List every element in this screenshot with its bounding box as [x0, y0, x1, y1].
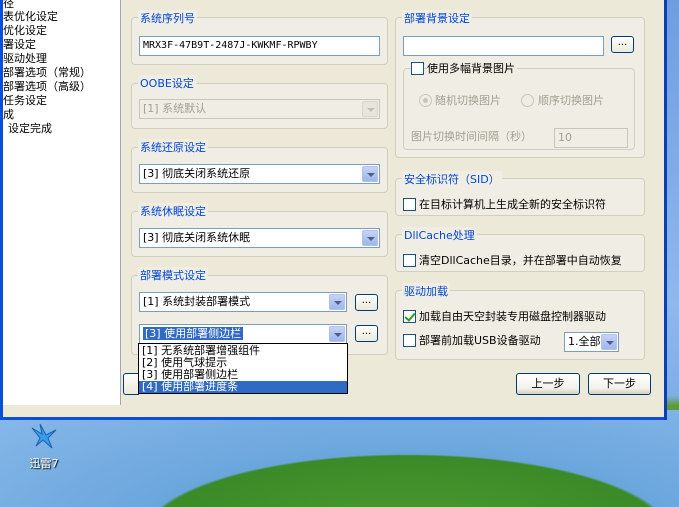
thunder-bird-icon — [31, 423, 57, 449]
partial-button[interactable] — [123, 373, 139, 395]
sequential-switch-label: 顺序切换图片 — [538, 94, 604, 107]
next-step-button[interactable]: 下一步 — [588, 373, 651, 395]
sid-group-title: 安全标识符（SID） — [402, 171, 502, 187]
prev-step-button[interactable]: 上一步 — [516, 373, 580, 395]
tree-item[interactable]: 部署选项（高级） — [3, 80, 91, 94]
oobe-select: [1] 系统默认 — [139, 99, 380, 119]
usb-driver-select[interactable]: 1.全部 — [564, 332, 619, 352]
tree-item[interactable]: 成 — [3, 108, 14, 122]
usb-driver-select-value: 1.全部 — [568, 335, 601, 348]
chevron-down-icon — [362, 101, 378, 117]
tree-item[interactable]: 驱动处理 — [3, 52, 47, 66]
tree-item[interactable]: 优化设定 — [3, 24, 47, 38]
chevron-down-icon[interactable] — [601, 334, 617, 350]
deploy-ui-select-value: [3] 使用部署侧边栏 — [143, 327, 244, 340]
serial-input[interactable]: MRX3F-47B9T-2487J-KWKMF-RPWBY — [139, 36, 380, 56]
dllcache-label: 清空DllCache目录，并在部署中自动恢复 — [419, 254, 622, 267]
chevron-down-icon[interactable] — [329, 326, 345, 342]
desktop-icon-label: 迅雷7 — [29, 457, 59, 470]
dropdown-option-selected[interactable]: [4] 使用部署进度条 — [139, 381, 347, 393]
deploy-ui-dropdown-list[interactable]: [1] 无系统部署增强组件 [2] 使用气球提示 [3] 使用部署侧边栏 [4]… — [138, 343, 348, 394]
tree-item[interactable]: 署设定 — [3, 38, 36, 52]
multi-background-label: 使用多幅背景图片 — [427, 62, 517, 76]
chevron-down-icon[interactable] — [362, 166, 378, 182]
restore-select[interactable]: [3] 彻底关闭系统还原 — [139, 164, 380, 184]
hibernate-select-value: [3] 彻底关闭系统休眠 — [143, 231, 251, 244]
sid-label: 在目标计算机上生成全新的安全标识符 — [419, 198, 606, 211]
restore-select-value: [3] 彻底关闭系统还原 — [143, 167, 251, 180]
deploy-ui-select[interactable]: [3] 使用部署侧边栏 — [139, 324, 347, 344]
dllcache-checkbox[interactable] — [403, 254, 416, 267]
desktop-background — [0, 410, 679, 507]
random-switch-label: 随机切换图片 — [435, 94, 501, 107]
tree-item[interactable]: 部署选项（常规） — [3, 66, 91, 80]
hibernate-select[interactable]: [3] 彻底关闭系统休眠 — [139, 228, 380, 248]
driver-group-title: 驱动加载 — [402, 283, 450, 299]
interval-label: 图片切换时间间隔（秒） — [411, 130, 532, 143]
desktop-shortcut-thunder[interactable]: 迅雷7 — [22, 420, 66, 476]
disk-driver-checkbox[interactable] — [403, 310, 416, 323]
chevron-down-icon[interactable] — [329, 294, 345, 310]
disk-driver-label: 加载自由天空封装专用磁盘控制器驱动 — [419, 310, 606, 323]
interval-input: 10 — [554, 128, 628, 148]
sequential-switch-radio — [521, 94, 534, 107]
deploy-mode-select-value: [1] 系统封装部署模式 — [143, 295, 251, 308]
sid-checkbox[interactable] — [403, 198, 416, 211]
deploy-mode-select[interactable]: [1] 系统封装部署模式 — [139, 292, 347, 312]
usb-driver-label: 部署前加载USB设备驱动 — [419, 334, 541, 347]
multi-background-checkbox[interactable] — [411, 62, 424, 75]
chevron-down-icon[interactable] — [362, 230, 378, 246]
tree-item[interactable]: 设定完成 — [8, 122, 52, 136]
oobe-select-value: [1] 系统默认 — [143, 102, 207, 115]
dllcache-group-title: DllCache处理 — [402, 227, 477, 243]
restore-group-title: 系统还原设定 — [138, 139, 208, 155]
deploy-ui-browse-button[interactable]: ... — [355, 325, 378, 342]
step-tree: 径 表优化设定 优化设定 署设定 驱动处理 部署选项（常规） 部署选项（高级） … — [3, 0, 121, 405]
serial-group-title: 系统序列号 — [138, 10, 197, 26]
background-browse-button[interactable]: ... — [611, 36, 634, 53]
tree-item[interactable]: 表优化设定 — [3, 10, 58, 24]
random-switch-radio — [419, 94, 432, 107]
deploy-mode-browse-button[interactable]: ... — [355, 294, 378, 311]
background-path-input[interactable] — [403, 36, 604, 56]
window-bottom-edge — [3, 405, 664, 417]
oobe-group-title: OOBE设定 — [138, 75, 196, 91]
background-group-title: 部署背景设定 — [402, 10, 472, 26]
usb-driver-checkbox[interactable] — [403, 334, 416, 347]
tree-item[interactable]: 任务设定 — [3, 94, 47, 108]
deploy-mode-group-title: 部署模式设定 — [138, 267, 208, 283]
hibernate-group-title: 系统休眠设定 — [138, 203, 208, 219]
